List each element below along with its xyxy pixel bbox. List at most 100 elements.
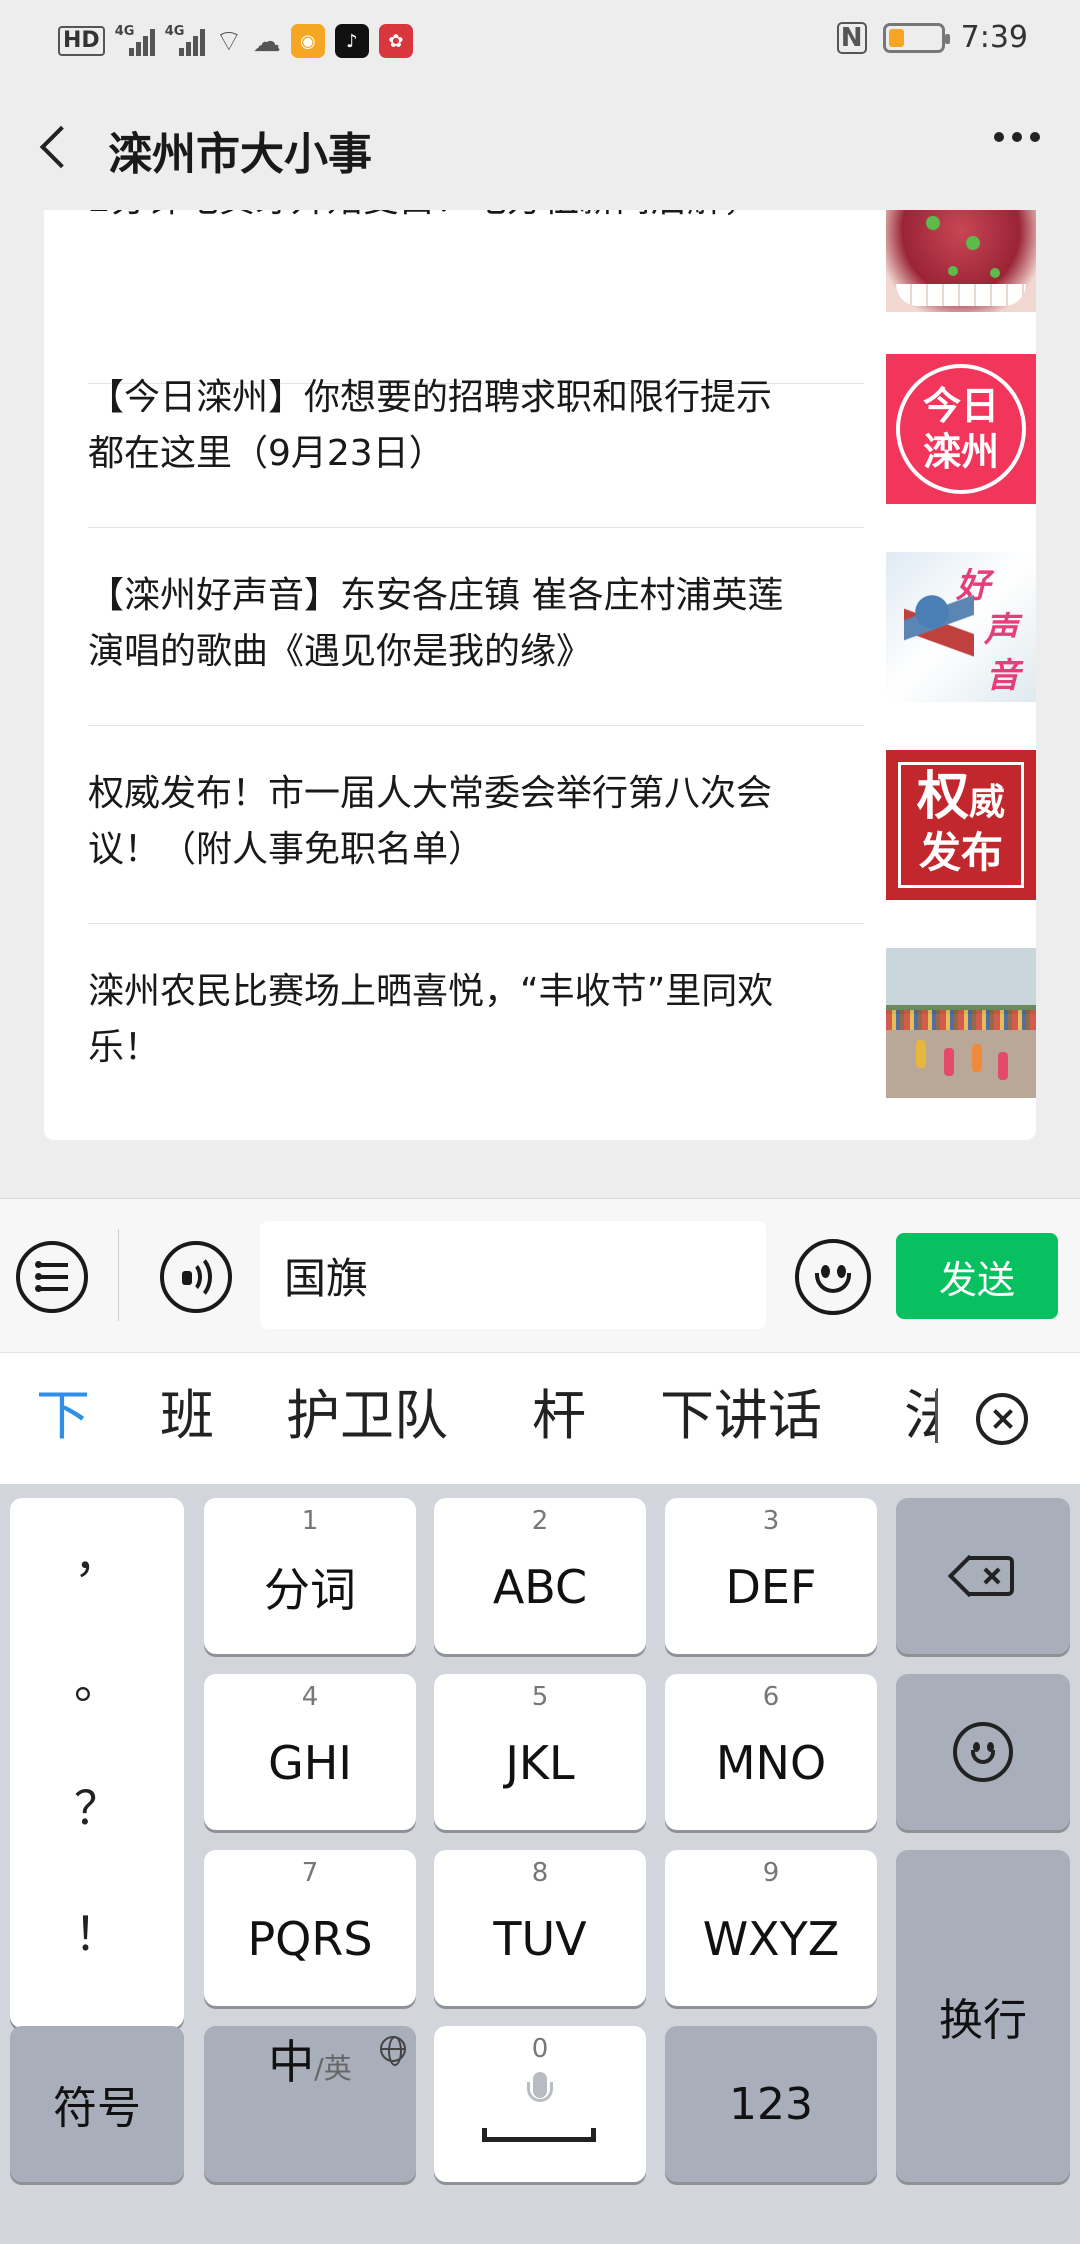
backspace-key[interactable] bbox=[896, 1498, 1070, 1654]
candidate-item[interactable]: 护卫队 bbox=[286, 1381, 448, 1451]
space-icon bbox=[482, 2128, 596, 2142]
wifi-icon: ⌔ bbox=[214, 24, 243, 59]
message-input[interactable] bbox=[260, 1221, 766, 1329]
thumb-text: 好 bbox=[956, 566, 990, 606]
key-label: MNO bbox=[715, 1736, 827, 1790]
space-key[interactable]: 0 bbox=[434, 2026, 646, 2182]
key-label: TUV bbox=[493, 1912, 587, 1966]
key-3[interactable]: 3 DEF bbox=[665, 1498, 877, 1654]
key-label: 中 bbox=[268, 2035, 315, 2089]
emoji-icon[interactable] bbox=[795, 1239, 871, 1315]
symbols-key[interactable]: 符号 bbox=[10, 2026, 184, 2182]
candidate-item[interactable]: 下 bbox=[36, 1381, 90, 1451]
key-label: 符号 bbox=[53, 2083, 141, 2134]
key-number: 9 bbox=[762, 1858, 780, 1888]
key-8[interactable]: 8 TUV bbox=[434, 1850, 646, 2006]
key-4[interactable]: 4 GHI bbox=[204, 1674, 416, 1830]
article-list-card: 2分钟电黄牙升始变白！电方祖薪简后解，连多年的口臭都没了 【今日滦州】你想要的招… bbox=[44, 210, 1036, 1140]
punctuation-column[interactable]: ， 。 ？ ！ bbox=[10, 1498, 184, 2028]
thumb-text: 声 bbox=[984, 610, 1018, 650]
key-7[interactable]: 7 PQRS bbox=[204, 1850, 416, 2006]
more-icon[interactable] bbox=[994, 132, 1040, 142]
punct-key[interactable]: ！ bbox=[10, 1898, 184, 1964]
article-thumbnail: 权 威 发 布 bbox=[886, 750, 1036, 900]
nav-bar: 滦州市大小事 bbox=[0, 80, 1080, 210]
key-number: 1 bbox=[301, 1506, 319, 1536]
battery-icon bbox=[882, 22, 950, 53]
article-title: 滦州农民比赛场上晒喜悦，“丰收节”里同欢乐！ bbox=[88, 971, 774, 1068]
thumb-text: 威 bbox=[969, 782, 1006, 823]
thumb-text: 权 bbox=[916, 767, 969, 827]
punct-key[interactable]: ？ bbox=[10, 1772, 184, 1838]
candidate-item[interactable]: 下讲话 bbox=[660, 1381, 822, 1451]
key-label: /英 bbox=[314, 2052, 352, 2085]
punct-key[interactable]: ， bbox=[10, 1520, 184, 1586]
key-number: 3 bbox=[762, 1506, 780, 1536]
key-label: ABC bbox=[492, 1560, 588, 1614]
key-label: 分词 bbox=[264, 1563, 356, 1617]
key-label: 123 bbox=[729, 2078, 813, 2130]
status-right: N 7:39 bbox=[836, 20, 1028, 55]
voice-input-icon[interactable] bbox=[160, 1241, 232, 1313]
enter-key[interactable]: 换行 bbox=[896, 1850, 1070, 2182]
signal-icon: 4G bbox=[164, 24, 205, 56]
signal-label: 4G bbox=[114, 24, 135, 39]
key-1[interactable]: 1 分词 bbox=[204, 1498, 416, 1654]
key-5[interactable]: 5 JKL bbox=[434, 1674, 646, 1830]
article-thumbnail: 今日 滦州 bbox=[886, 354, 1036, 504]
candidate-item[interactable]: 法 bbox=[904, 1381, 938, 1451]
message-input-field[interactable] bbox=[260, 1221, 766, 1329]
clock: 7:39 bbox=[960, 20, 1028, 55]
key-label: DEF bbox=[725, 1560, 817, 1614]
key-6[interactable]: 6 MNO bbox=[665, 1674, 877, 1830]
article-thumbnail: 好 声 音 bbox=[886, 552, 1036, 702]
close-candidates-icon[interactable] bbox=[976, 1393, 1028, 1445]
thumb-text: 布 bbox=[961, 828, 1004, 877]
huawei-icon: ✿ bbox=[378, 24, 413, 58]
key-number: 6 bbox=[762, 1682, 780, 1712]
backspace-icon bbox=[947, 1554, 1014, 1598]
punct-key[interactable]: 。 bbox=[10, 1646, 184, 1712]
menu-list-icon[interactable] bbox=[16, 1241, 88, 1313]
thumb-text: 今日 bbox=[922, 384, 999, 428]
article-thumbnail bbox=[886, 948, 1036, 1098]
numbers-key[interactable]: 123 bbox=[665, 2026, 877, 2182]
back-icon[interactable] bbox=[30, 116, 80, 176]
status-bar: HD 4G 4G ⌔ ☁ ◉ ♪ ✿ N 7:39 bbox=[0, 0, 1080, 80]
article-item[interactable]: 权威发布！市一届人大常委会举行第八次会议！（附人事免职名单） 权 威 发 布 bbox=[88, 726, 1036, 924]
key-2[interactable]: 2 ABC bbox=[434, 1498, 646, 1654]
candidate-item[interactable]: 班 bbox=[160, 1381, 214, 1451]
article-title: 2分钟电黄牙升始变白！电方祖薪简后解，连多年的口臭都没了 bbox=[88, 210, 788, 228]
hd-indicator: HD bbox=[58, 26, 105, 56]
key-label: 换行 bbox=[939, 1995, 1027, 2046]
emoji-key[interactable] bbox=[896, 1674, 1070, 1830]
key-label: PQRS bbox=[247, 1912, 373, 1966]
message-input-bar: 发送 bbox=[0, 1198, 1080, 1352]
weibo-icon: ◉ bbox=[290, 24, 325, 58]
article-thumbnail bbox=[886, 210, 1036, 312]
key-label: JKL bbox=[505, 1736, 575, 1790]
language-switch-key[interactable]: 中 /英 bbox=[204, 2026, 416, 2182]
article-item[interactable]: 【今日滦州】你想要的招聘求职和限行提示都在这里（9月23日） 今日 滦州 bbox=[88, 330, 1036, 528]
send-button[interactable]: 发送 bbox=[896, 1233, 1058, 1319]
signal-label: 4G bbox=[164, 24, 185, 39]
key-number: 7 bbox=[301, 1858, 319, 1888]
status-left: HD 4G 4G ⌔ ☁ ◉ ♪ ✿ bbox=[58, 22, 413, 60]
key-number: 5 bbox=[531, 1682, 549, 1712]
ime-keyboard: ， 。 ？ ！ 1 分词 2 ABC 3 DEF 4 GHI 5 JKL 6 M… bbox=[0, 1484, 1080, 2244]
article-item[interactable]: 滦州农民比赛场上晒喜悦，“丰收节”里同欢乐！ bbox=[88, 924, 1036, 1122]
key-number: 2 bbox=[531, 1506, 549, 1536]
article-item[interactable]: 【滦州好声音】东安各庄镇 崔各庄村浦英莲演唱的歌曲《遇见你是我的缘》 好 声 音 bbox=[88, 528, 1036, 726]
key-number: 8 bbox=[531, 1858, 549, 1888]
microphone-icon bbox=[527, 2072, 553, 2112]
key-9[interactable]: 9 WXYZ bbox=[665, 1850, 877, 2006]
thumb-text: 滦州 bbox=[922, 430, 999, 474]
tiktok-icon: ♪ bbox=[334, 24, 369, 58]
article-title-text: 2分钟电黄牙升始变白！电方祖薪简后解，连多年的口臭都没了 bbox=[88, 210, 759, 228]
candidate-item[interactable]: 杆 bbox=[532, 1381, 586, 1451]
signal-icon: 4G bbox=[114, 24, 155, 56]
divider bbox=[118, 1229, 119, 1321]
thumb-text: 音 bbox=[986, 656, 1020, 696]
smile-icon bbox=[953, 1722, 1013, 1782]
ime-candidate-bar: 下 班 护卫队 杆 下讲话 法 bbox=[0, 1352, 1080, 1484]
